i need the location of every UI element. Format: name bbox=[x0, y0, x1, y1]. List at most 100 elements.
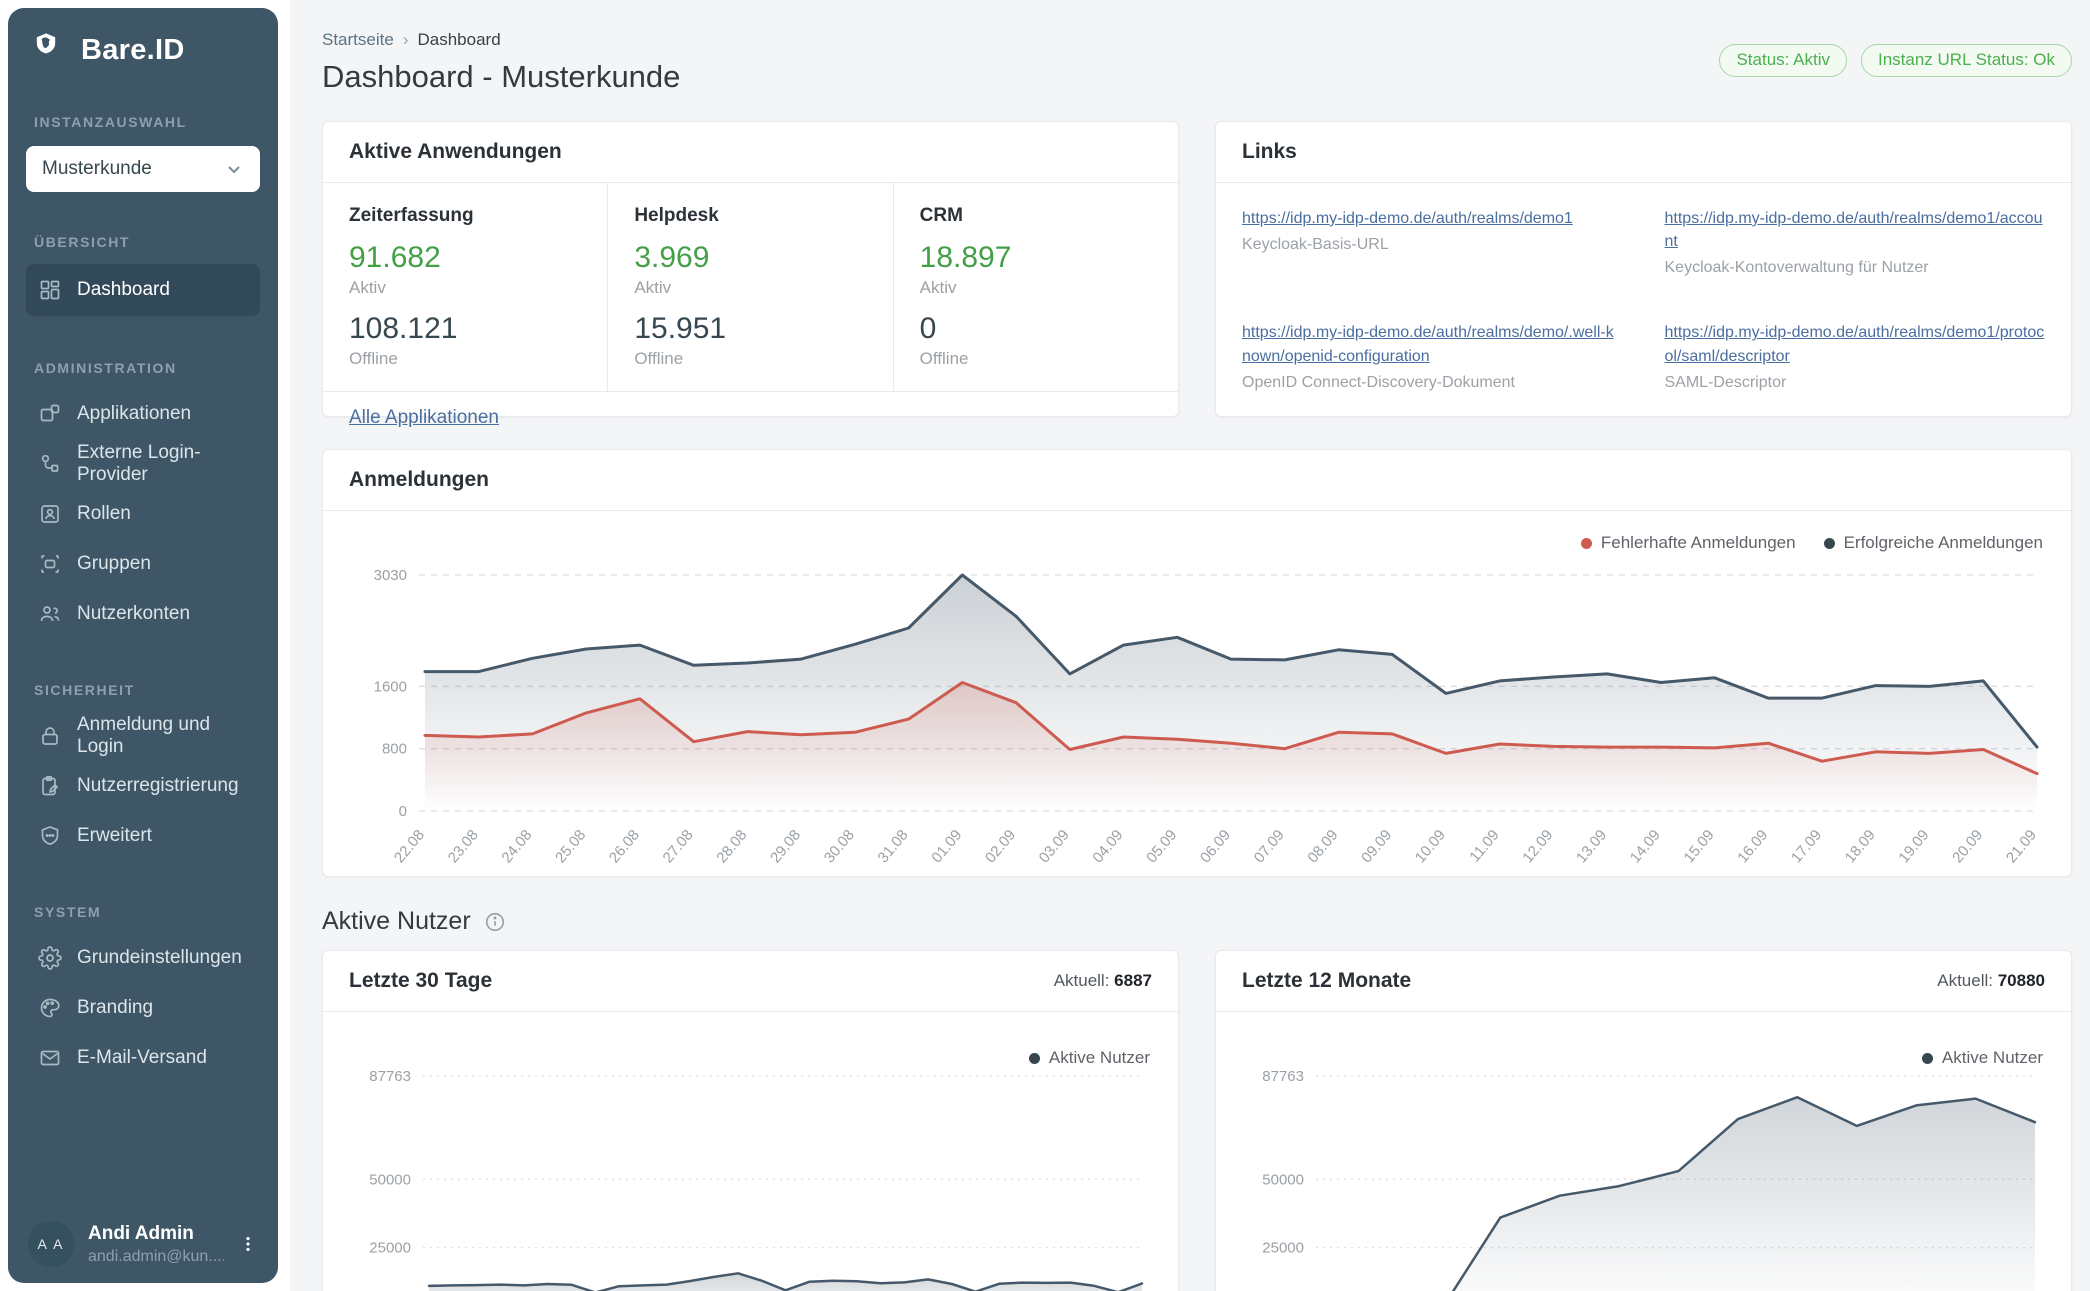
sidebar-item-email-versand[interactable]: E-Mail-Versand bbox=[26, 1034, 260, 1082]
app-name: Zeiterfassung bbox=[349, 205, 581, 227]
account-url-link[interactable]: https://idp.my-idp-demo.de/auth/realms/d… bbox=[1665, 207, 2046, 253]
offline-count: 15.951 bbox=[634, 312, 866, 346]
openid-configuration-link[interactable]: https://idp.my-idp-demo.de/auth/realms/d… bbox=[1242, 321, 1623, 367]
sidebar-item-nutzerkonten[interactable]: Nutzerkonten bbox=[26, 590, 260, 638]
card-title: Letzte 30 Tage bbox=[349, 969, 492, 993]
link-item: https://idp.my-idp-demo.de/auth/realms/d… bbox=[1665, 207, 2046, 277]
svg-text:28.08: 28.08 bbox=[713, 827, 750, 867]
users-30d-chart-area: Aktive Nutzer 87763 50000 25000 bbox=[323, 1012, 1178, 1291]
svg-text:04.09: 04.09 bbox=[1089, 827, 1126, 867]
svg-text:18.09: 18.09 bbox=[1842, 827, 1879, 867]
svg-text:22.08: 22.08 bbox=[391, 827, 428, 867]
svg-text:21.09: 21.09 bbox=[2003, 827, 2040, 867]
users-12m-chart-area: Aktive Nutzer 877635000025000 bbox=[1216, 1012, 2071, 1291]
saml-descriptor-link[interactable]: https://idp.my-idp-demo.de/auth/realms/d… bbox=[1665, 321, 2046, 367]
current-value: 70880 bbox=[1998, 971, 2045, 990]
aktiv-count: 91.682 bbox=[349, 241, 581, 275]
logins-chart-card: Anmeldungen Fehlerhafte Anmeldungen Erfo… bbox=[322, 449, 2072, 877]
sidebar-item-externe-login-provider[interactable]: Externe Login-Provider bbox=[26, 440, 260, 488]
chart-legend: Fehlerhafte Anmeldungen Erfolgreiche Anm… bbox=[1581, 533, 2043, 553]
external-login-provider-icon bbox=[38, 452, 62, 476]
legend-label: Fehlerhafte Anmeldungen bbox=[1601, 533, 1796, 553]
sidebar-item-rollen[interactable]: Rollen bbox=[26, 490, 260, 538]
sidebar-item-branding[interactable]: Branding bbox=[26, 984, 260, 1032]
keycloak-base-url-link[interactable]: https://idp.my-idp-demo.de/auth/realms/d… bbox=[1242, 207, 1623, 230]
link-item: https://idp.my-idp-demo.de/auth/realms/d… bbox=[1242, 321, 1623, 391]
svg-text:11.09: 11.09 bbox=[1466, 827, 1502, 866]
svg-text:08.09: 08.09 bbox=[1304, 827, 1341, 867]
sidebar-item-label: Grundeinstellungen bbox=[77, 947, 242, 969]
link-item: https://idp.my-idp-demo.de/auth/realms/d… bbox=[1665, 321, 2046, 391]
svg-text:20.09: 20.09 bbox=[1949, 827, 1986, 867]
svg-text:1600: 1600 bbox=[374, 678, 407, 695]
sidebar-item-erweitert[interactable]: Erweitert bbox=[26, 812, 260, 860]
instance-select[interactable]: Musterkunde bbox=[26, 146, 260, 192]
svg-text:31.08: 31.08 bbox=[875, 827, 912, 867]
svg-text:25000: 25000 bbox=[369, 1240, 411, 1257]
svg-text:87763: 87763 bbox=[369, 1068, 411, 1085]
sidebar-item-label: E-Mail-Versand bbox=[77, 1047, 207, 1069]
sidebar-item-dashboard[interactable]: Dashboard bbox=[26, 264, 260, 316]
email-icon bbox=[38, 1046, 62, 1070]
app-stats: Zeiterfassung 91.682 Aktiv 108.121 Offli… bbox=[323, 183, 1178, 391]
offline-label: Offline bbox=[349, 349, 581, 369]
svg-text:24.08: 24.08 bbox=[498, 827, 535, 867]
sidebar-item-label: Branding bbox=[77, 997, 153, 1019]
svg-text:14.09: 14.09 bbox=[1627, 827, 1664, 867]
card-title: Letzte 12 Monate bbox=[1242, 969, 1411, 993]
svg-text:23.08: 23.08 bbox=[445, 827, 482, 867]
section-label-sicherheit: SICHERHEIT bbox=[34, 682, 260, 698]
aktiv-count: 3.969 bbox=[634, 241, 866, 275]
card-title: Aktive Anwendungen bbox=[349, 140, 562, 164]
breadcrumb-current: Dashboard bbox=[417, 30, 500, 50]
breadcrumb-separator: › bbox=[403, 30, 409, 50]
sidebar-item-gruppen[interactable]: Gruppen bbox=[26, 540, 260, 588]
status-badges: Status: Aktiv Instanz URL Status: Ok bbox=[1719, 44, 2072, 77]
user-menu-kebab-icon[interactable] bbox=[238, 1233, 258, 1255]
current-label: Aktuell: bbox=[1937, 971, 1993, 990]
chevron-down-icon bbox=[222, 157, 246, 181]
sidebar-item-label: Anmeldung und Login bbox=[77, 714, 248, 758]
sidebar-item-applikationen[interactable]: Applikationen bbox=[26, 390, 260, 438]
users-30-days-card: Letzte 30 Tage Aktuell: 6887 Aktive Nutz… bbox=[322, 950, 1179, 1291]
avatar: A A bbox=[28, 1221, 74, 1267]
legend-label: Aktive Nutzer bbox=[1049, 1048, 1150, 1068]
user-email: andi.admin@kun.... bbox=[88, 1248, 224, 1266]
instance-select-value: Musterkunde bbox=[42, 158, 152, 180]
app-name: CRM bbox=[920, 205, 1152, 227]
stat-zeiterfassung: Zeiterfassung 91.682 Aktiv 108.121 Offli… bbox=[323, 183, 607, 391]
offline-label: Offline bbox=[920, 349, 1152, 369]
legend-item-active-users: Aktive Nutzer bbox=[1029, 1048, 1150, 1068]
svg-text:01.09: 01.09 bbox=[928, 827, 965, 867]
aktiv-label: Aktiv bbox=[920, 278, 1152, 298]
info-icon[interactable] bbox=[484, 911, 506, 933]
aktiv-count: 18.897 bbox=[920, 241, 1152, 275]
logo[interactable]: Bare.ID bbox=[34, 32, 254, 68]
svg-text:17.09: 17.09 bbox=[1788, 827, 1825, 867]
svg-text:50000: 50000 bbox=[369, 1171, 411, 1188]
section-label-administration: ADMINISTRATION bbox=[34, 360, 260, 376]
svg-text:27.08: 27.08 bbox=[660, 827, 697, 867]
sidebar-item-anmeldung-und-login[interactable]: Anmeldung und Login bbox=[26, 712, 260, 760]
svg-text:03.09: 03.09 bbox=[1036, 827, 1073, 867]
sidebar-item-label: Applikationen bbox=[77, 403, 191, 425]
sidebar-item-label: Externe Login-Provider bbox=[77, 442, 248, 486]
sidebar-item-label: Gruppen bbox=[77, 553, 151, 575]
stat-helpdesk: Helpdesk 3.969 Aktiv 15.951 Offline bbox=[607, 183, 892, 391]
instance-section-label: INSTANZAUSWAHL bbox=[34, 114, 260, 130]
offline-count: 108.121 bbox=[349, 312, 581, 346]
sidebar-item-grundeinstellungen[interactable]: Grundeinstellungen bbox=[26, 934, 260, 982]
legend-item-successful: Erfolgreiche Anmeldungen bbox=[1824, 533, 2043, 553]
breadcrumb-home-link[interactable]: Startseite bbox=[322, 30, 394, 50]
link-caption: SAML-Descriptor bbox=[1665, 374, 2046, 392]
svg-text:15.09: 15.09 bbox=[1681, 827, 1718, 867]
card-title: Links bbox=[1242, 140, 1297, 164]
aktiv-label: Aktiv bbox=[349, 278, 581, 298]
users-12-months-card: Letzte 12 Monate Aktuell: 70880 Aktive N… bbox=[1215, 950, 2072, 1291]
svg-text:12.09: 12.09 bbox=[1519, 827, 1556, 867]
user-registration-clipboard-icon bbox=[38, 774, 62, 798]
all-applications-link[interactable]: Alle Applikationen bbox=[349, 407, 499, 428]
user-account-section: A A Andi Admin andi.admin@kun.... bbox=[26, 1221, 260, 1267]
sidebar-item-nutzerregistrierung[interactable]: Nutzerregistrierung bbox=[26, 762, 260, 810]
chart-legend: Aktive Nutzer bbox=[1029, 1048, 1150, 1068]
